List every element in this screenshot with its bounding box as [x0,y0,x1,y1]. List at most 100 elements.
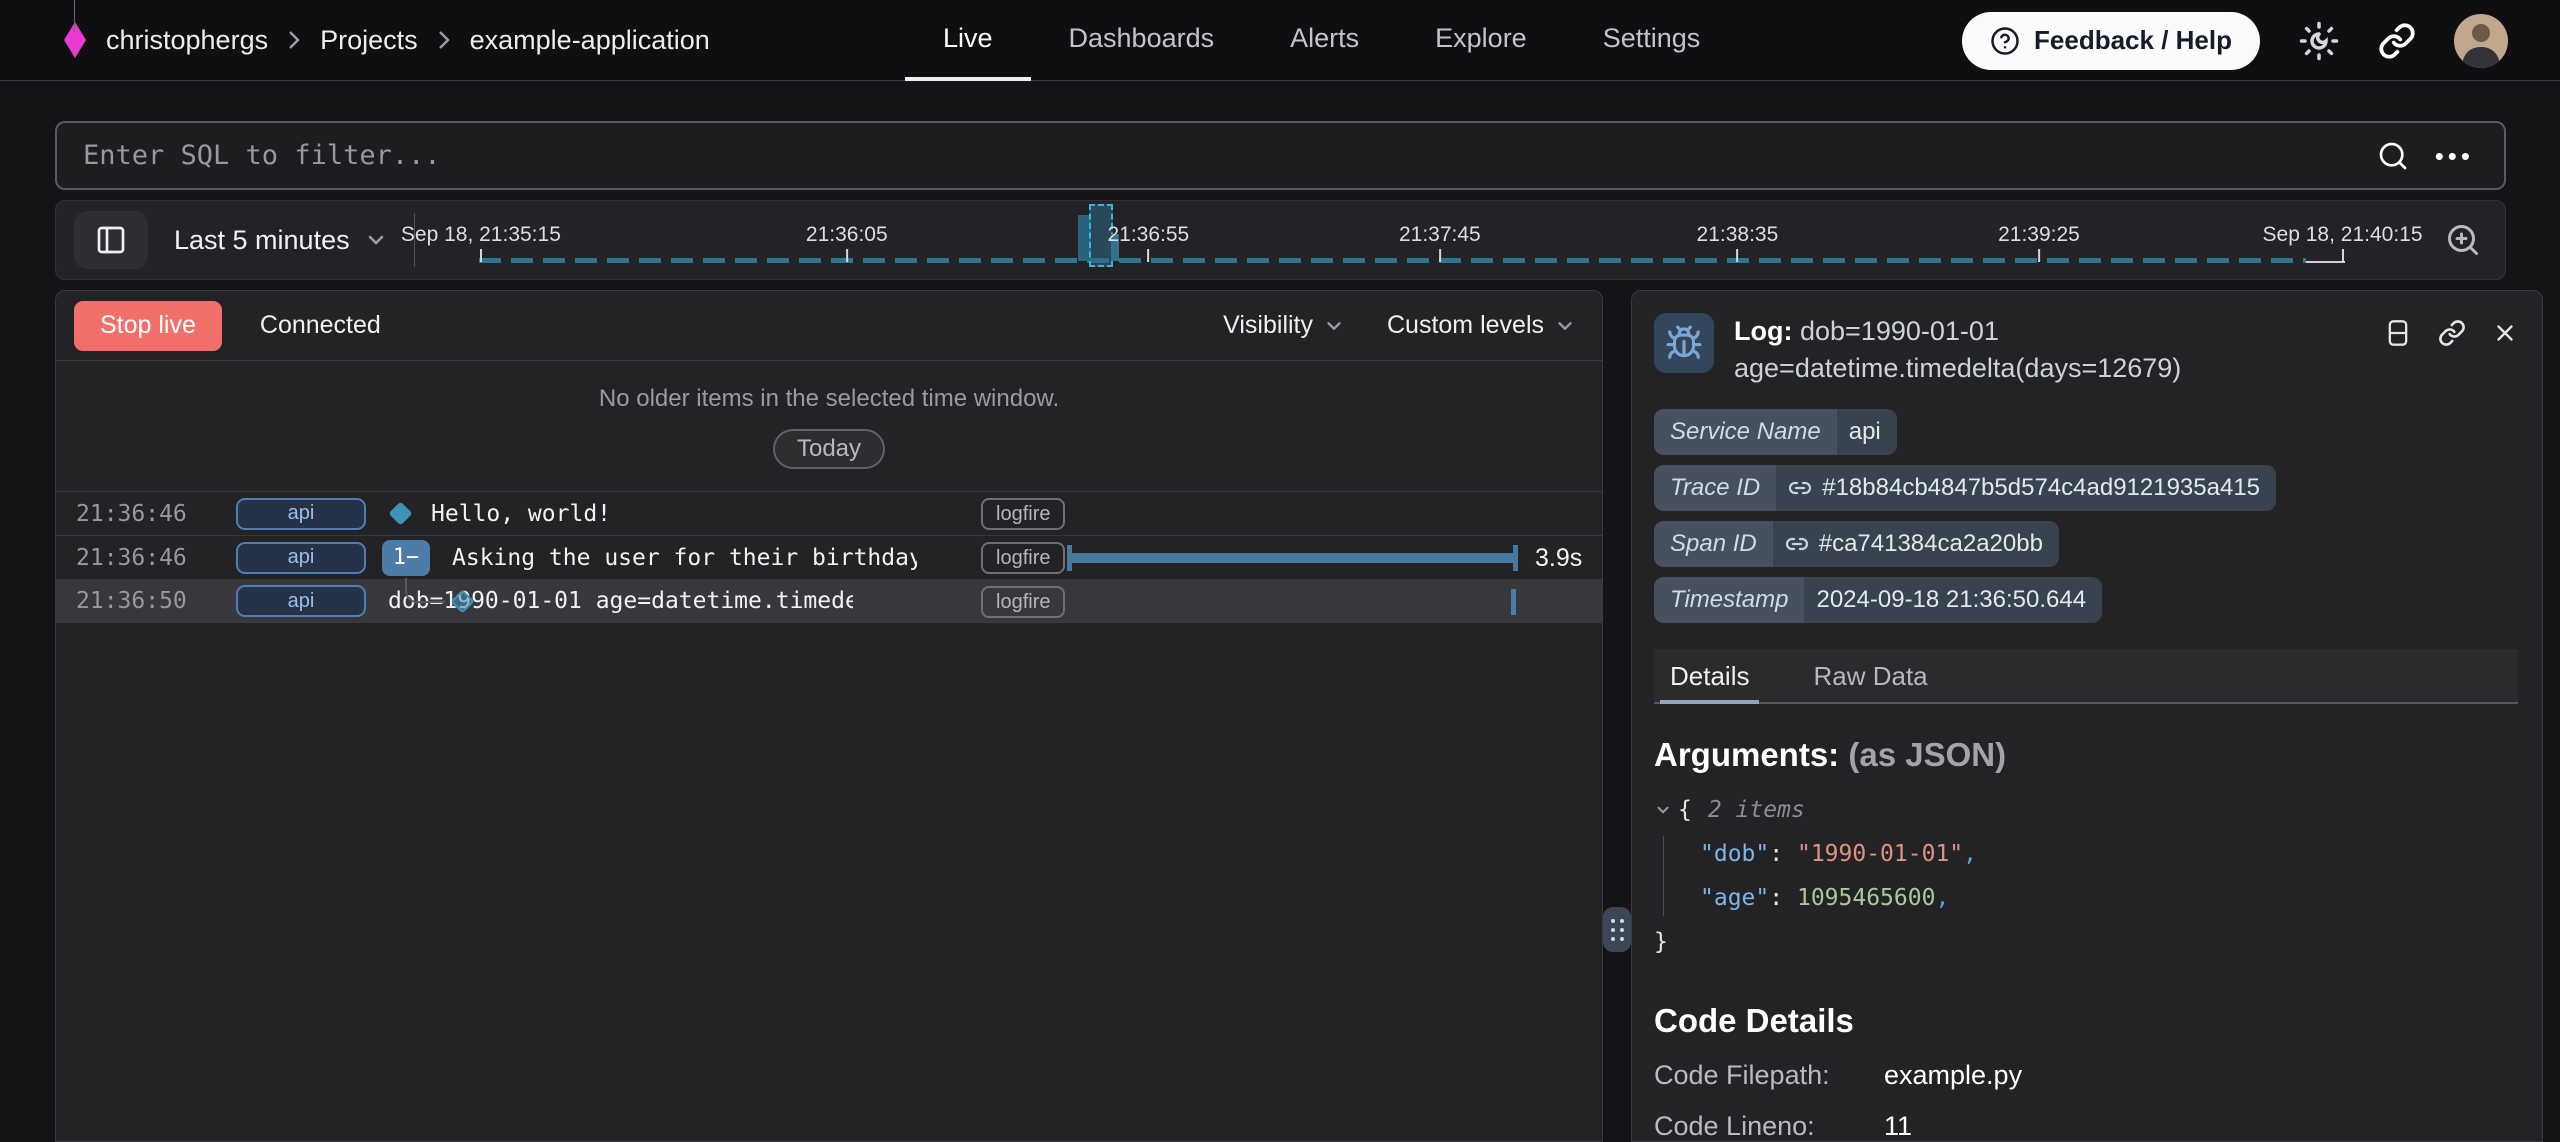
json-indent-guide [1663,836,1664,916]
feedback-help-label: Feedback / Help [2034,25,2232,56]
axis-tick: Sep 18, 21:35:15 [401,223,561,262]
tab-explore[interactable]: Explore [1397,0,1565,81]
live-panel-header: Stop live Connected Visibility Custom le… [56,291,1602,361]
link-icon [1785,532,1809,556]
help-circle-icon [1990,26,2020,56]
tab-alerts[interactable]: Alerts [1252,0,1397,81]
more-options-icon[interactable]: ••• [2435,143,2474,169]
logfire-tag[interactable]: logfire [981,498,1065,530]
chevron-right-icon [436,29,452,51]
details-tabs: Details Raw Data [1654,649,2518,704]
json-viewer: { 2 items "dob": "1990-01-01", "age": 10… [1654,788,2518,964]
today-button[interactable]: Today [773,429,885,469]
log-message: Asking the user for their birthday [452,545,917,571]
time-range-label: Last 5 minutes [174,225,350,256]
span-duration-bar[interactable] [1067,553,1518,563]
zoom-in-icon [2445,222,2481,258]
nav-actions: Feedback / Help [1962,0,2560,81]
span-id-pill[interactable]: Span ID #ca741384ca2a20bb [1654,521,2059,567]
details-header-actions [2384,313,2518,347]
axis-tick: 21:36:55 [1107,223,1189,262]
sidebar-toggle-button[interactable] [74,211,148,269]
service-name-pill: Service Name api [1654,409,1897,455]
logfire-tag[interactable]: logfire [981,586,1065,618]
breadcrumb-org[interactable]: christophergs [106,25,268,56]
log-level-diamond-icon [388,501,412,525]
tree-connector-line [405,578,445,603]
stop-live-button[interactable]: Stop live [74,301,222,351]
search-icon[interactable] [2377,140,2409,172]
collapse-children-chip[interactable]: 1− [382,540,430,576]
time-range-select[interactable]: Last 5 minutes [174,225,388,256]
details-title: Log: dob=1990-01-01 age=datetime.timedel… [1734,313,2384,387]
trace-id-pill[interactable]: Trace ID #18b84cb4847b5d574c4ad9121935a4… [1654,465,2276,511]
user-avatar[interactable] [2454,14,2508,68]
log-row[interactable]: 21:36:46 api Hello, world! logfire [56,491,1602,535]
close-icon[interactable] [2492,320,2518,346]
log-time: 21:36:46 [76,501,206,527]
logfire-tag[interactable]: logfire [981,542,1065,574]
logfire-logo-icon[interactable] [62,20,88,60]
code-filepath-row: Code Filepath: example.py [1654,1060,2518,1091]
service-badge[interactable]: api [236,542,366,574]
main-content: Stop live Connected Visibility Custom le… [55,290,2543,1142]
service-badge[interactable]: api [236,585,366,617]
feedback-help-button[interactable]: Feedback / Help [1962,12,2260,70]
sun-moon-icon [2298,20,2340,62]
live-log-panel: Stop live Connected Visibility Custom le… [55,290,1603,1142]
split-panel-icon[interactable] [2384,319,2412,347]
empty-window-block: No older items in the selected time wind… [56,361,1602,491]
tab-details[interactable]: Details [1660,649,1759,704]
details-header: Log: dob=1990-01-01 age=datetime.timedel… [1654,313,2518,387]
code-details-heading: Code Details [1654,1002,2518,1040]
axis-tick: Sep 18, 21:40:15 [2263,223,2423,262]
timeline-axis[interactable]: Sep 18, 21:35:15 21:36:05 21:36:55 21:37… [421,201,2431,279]
breadcrumb-projects[interactable]: Projects [320,25,418,56]
axis-tick: 21:38:35 [1697,223,1779,262]
code-lineno-row: Code Lineno: 11 [1654,1111,2518,1142]
arguments-heading: Arguments: (as JSON) [1654,736,2518,774]
log-time: 21:36:46 [76,545,206,571]
panel-left-icon [95,224,127,256]
breadcrumb-project[interactable]: example-application [470,25,710,56]
share-link-button[interactable] [2378,22,2416,60]
tab-live[interactable]: Live [905,0,1031,81]
visibility-dropdown[interactable]: Visibility [1223,311,1345,340]
link-icon [1788,476,1812,500]
log-row[interactable]: 21:36:46 api 1− Asking the user for thei… [56,535,1602,579]
theme-toggle-button[interactable] [2298,20,2340,62]
service-badge[interactable]: api [236,498,366,530]
axis-tick: 21:36:05 [806,223,888,262]
zoom-in-button[interactable] [2445,222,2481,258]
details-panel: Log: dob=1990-01-01 age=datetime.timedel… [1631,290,2543,1142]
tab-raw-data[interactable]: Raw Data [1803,649,1937,704]
chevron-down-icon [1554,315,1576,337]
axis-tick: 21:37:45 [1399,223,1481,262]
bug-icon [1665,324,1703,362]
link-icon[interactable] [2438,319,2466,347]
chevron-right-icon [286,29,302,51]
panel-resize-handle[interactable] [1603,907,1631,952]
chevron-down-icon [364,228,388,252]
chevron-down-icon[interactable] [1654,801,1672,819]
log-time: 21:36:50 [76,588,206,614]
chevron-down-icon [1323,315,1345,337]
json-entry: "age": 1095465600, [1654,876,2518,920]
log-message: Hello, world! [431,501,611,527]
tab-dashboards[interactable]: Dashboards [1031,0,1253,81]
link-icon [2378,22,2416,60]
json-close-brace: } [1654,920,2518,964]
sql-filter-input[interactable] [57,140,2377,171]
timeline-bar: Last 5 minutes Sep 18, 21:35:15 21:36:05… [55,200,2506,280]
custom-levels-dropdown[interactable]: Custom levels [1387,311,1576,340]
axis-tick: 21:39:25 [1998,223,2080,262]
grip-dots-icon [1611,919,1624,941]
log-point-marker [1511,589,1516,615]
log-row-selected[interactable]: 21:36:50 api dob=1990-01-01 age=datetime… [56,579,1602,623]
json-items-count: 2 items [1708,788,1805,832]
sql-filter-bar: ••• [55,121,2506,190]
breadcrumb: christophergs Projects example-applicati… [0,20,710,60]
top-nav: christophergs Projects example-applicati… [0,0,2560,81]
tab-settings[interactable]: Settings [1565,0,1739,81]
span-duration-label: 3.9s [1535,544,1582,573]
